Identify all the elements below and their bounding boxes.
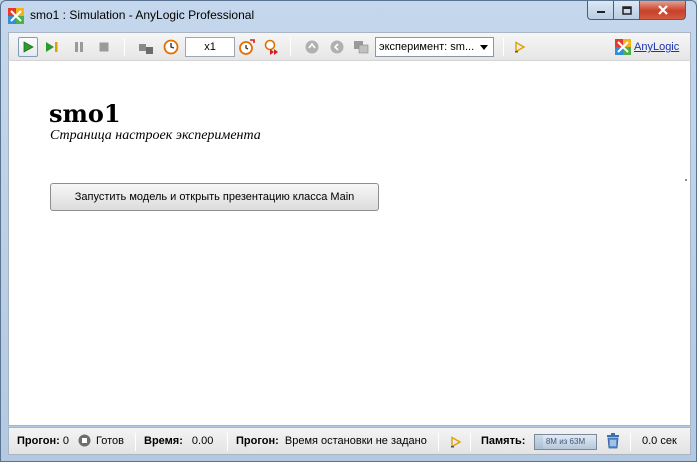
resize-mark-icon (685, 179, 687, 181)
run-model-button[interactable]: Запустить модель и открыть презентацию к… (50, 183, 379, 211)
pause-icon (75, 42, 83, 52)
status-separator (438, 433, 439, 451)
real-time-button[interactable] (161, 37, 181, 57)
maximize-button[interactable] (614, 1, 640, 20)
status-separator (630, 433, 631, 451)
toolbar-separator (503, 38, 504, 56)
run-button[interactable] (18, 37, 38, 57)
slower-clock-icon (239, 39, 255, 55)
speed-up-button[interactable] (262, 37, 282, 57)
memory-bar: 8M из 63M (534, 434, 597, 450)
ready-status: Готов (96, 435, 124, 447)
garbage-collect-button[interactable] (606, 433, 620, 452)
toolbar: x1 эксперимент: sm... AnyLogic (8, 32, 691, 60)
navigate-back-icon (330, 40, 344, 54)
memory-label: Память: (481, 435, 525, 447)
close-icon (657, 5, 668, 15)
time-value: 0.00 (191, 435, 214, 447)
stop-time-status: Прогон: Время остановки не задано (236, 435, 427, 447)
stop-time-settings-button[interactable] (450, 436, 462, 451)
triangle-play-outline-icon (451, 436, 462, 448)
minimize-button[interactable] (587, 1, 614, 20)
status-separator (135, 433, 136, 451)
run2-label: Прогон: (236, 435, 279, 447)
maximize-icon (621, 5, 632, 15)
status-separator (470, 433, 471, 451)
stop-button[interactable] (94, 37, 114, 57)
minimize-icon (596, 11, 605, 13)
run-count: 0 (62, 435, 69, 447)
clock-icon (163, 39, 179, 55)
time-label: Время: (144, 435, 183, 447)
close-button[interactable] (640, 1, 686, 20)
title-bar[interactable]: smo1 : Simulation - AnyLogic Professiona… (1, 1, 696, 31)
developer-panel-button[interactable] (510, 37, 530, 57)
faster-icon (264, 39, 278, 55)
stop-icon (99, 42, 109, 52)
run-label: Прогон: (17, 435, 60, 447)
time-status: Время: 0.00 (144, 435, 213, 447)
step-button[interactable] (136, 37, 156, 57)
toolbar-separator (290, 38, 291, 56)
anylogic-logo-icon (8, 8, 24, 24)
memory-value: 8M из 63M (545, 437, 586, 446)
triangle-play-outline-icon (515, 41, 526, 53)
stop-time-value: Время остановки не задано (284, 435, 427, 447)
presentation-button[interactable] (351, 37, 371, 57)
experiment-select[interactable]: эксперимент: sm... (375, 37, 494, 57)
anylogic-logo-icon (615, 39, 631, 55)
toolbar-separator (124, 38, 125, 56)
window-title: smo1 : Simulation - AnyLogic Professiona… (30, 8, 255, 22)
play-step-icon (46, 42, 58, 52)
trash-icon (607, 433, 619, 449)
elapsed-time: 0.0 сек (642, 435, 677, 447)
navigate-back-button[interactable] (327, 37, 347, 57)
experiment-select-value: эксперимент: sm... (379, 41, 475, 53)
navigate-up-button[interactable] (302, 37, 322, 57)
chevron-down-icon (480, 45, 488, 50)
memory-label-text: Память: (481, 435, 526, 447)
memory-bar-fill (535, 435, 543, 449)
play-icon (23, 41, 34, 53)
app-window: smo1 : Simulation - AnyLogic Professiona… (0, 0, 697, 462)
status-bar: Прогон: 0 Готов Время: 0.00 Прогон: Врем… (8, 427, 691, 455)
page-subtitle: Страница настроек эксперимента (50, 128, 261, 143)
anylogic-brand-link[interactable]: AnyLogic (615, 38, 679, 56)
experiment-page: smo1 Страница настроек эксперимента Запу… (8, 60, 691, 426)
run-until-button[interactable] (43, 37, 63, 57)
slow-down-button[interactable] (237, 37, 257, 57)
pause-button[interactable] (69, 37, 89, 57)
navigate-up-icon (305, 40, 319, 54)
brand-text: AnyLogic (634, 41, 680, 53)
run-status: Прогон: 0 (17, 435, 69, 447)
speed-display: x1 (185, 37, 235, 57)
stop-circle-icon (78, 434, 91, 450)
windows-icon (354, 41, 369, 54)
status-separator (227, 433, 228, 451)
step-icon (139, 44, 153, 54)
page-title: smo1 (49, 99, 121, 128)
